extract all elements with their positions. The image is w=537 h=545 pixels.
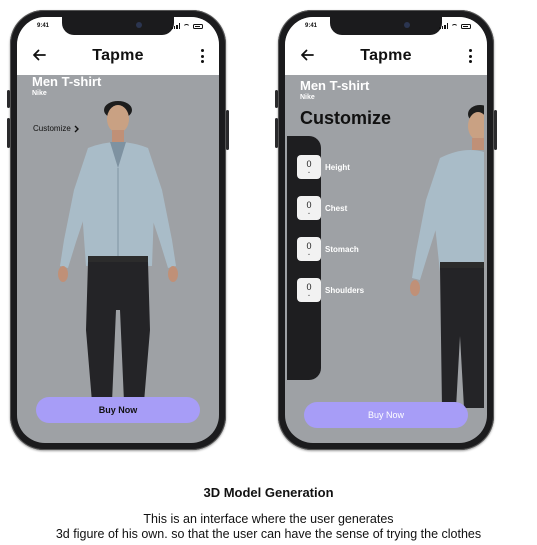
buy-now-button[interactable]: Buy Now bbox=[36, 397, 200, 423]
customize-link[interactable]: Customize bbox=[33, 124, 80, 133]
signal-icon bbox=[439, 23, 448, 29]
notch bbox=[330, 17, 442, 35]
stomach-stepper[interactable]: 0 ⌄ bbox=[297, 237, 321, 261]
shoulders-stepper[interactable]: 0 ⌄ bbox=[297, 278, 321, 302]
measurement-shoulders: 0 ⌄ Shoulders bbox=[297, 278, 364, 302]
measurement-chest: 0 ⌄ Chest bbox=[297, 196, 347, 220]
app-title: Tapme bbox=[92, 47, 144, 64]
product-brand: Nike bbox=[300, 94, 315, 101]
notch bbox=[62, 17, 174, 35]
back-arrow-icon[interactable] bbox=[299, 47, 315, 63]
measurement-stomach: 0 ⌄ Stomach bbox=[297, 237, 359, 261]
wifi-icon bbox=[183, 23, 190, 29]
status-time: 9:41 bbox=[305, 23, 318, 29]
measurement-label: Shoulders bbox=[325, 285, 365, 295]
customize-heading: Customize bbox=[300, 108, 392, 128]
caption-line-1: This is an interface where the user gene… bbox=[143, 512, 394, 526]
measurement-label: Stomach bbox=[325, 244, 359, 254]
more-vert-icon[interactable] bbox=[465, 47, 475, 65]
signal-icon bbox=[171, 23, 180, 29]
chevron-down-icon: ⌄ bbox=[306, 168, 312, 175]
customize-link-label: Customize bbox=[33, 124, 71, 133]
buy-now-button[interactable]: Buy Now bbox=[304, 402, 468, 428]
status-time: 9:41 bbox=[37, 23, 50, 29]
chevron-down-icon: ⌄ bbox=[306, 250, 312, 257]
chest-stepper[interactable]: 0 ⌄ bbox=[297, 196, 321, 220]
product-title: Men T-shirt bbox=[300, 78, 370, 93]
caption-line-2: 3d figure of his own. so that the user c… bbox=[55, 527, 482, 541]
chevron-down-icon: ⌄ bbox=[306, 291, 312, 298]
more-vert-icon[interactable] bbox=[197, 47, 207, 65]
top-bar: 9:41 Tapme bbox=[285, 17, 487, 75]
measurement-label: Chest bbox=[325, 203, 348, 213]
height-stepper[interactable]: 0 ⌄ bbox=[297, 155, 321, 179]
chevron-down-icon: ⌄ bbox=[306, 209, 312, 216]
app-bar: Tapme bbox=[285, 41, 487, 71]
top-bar: 9:41 Tapme bbox=[17, 17, 219, 75]
chevron-right-icon bbox=[74, 125, 79, 132]
app-bar: Tapme bbox=[17, 41, 219, 71]
measurement-height: 0 ⌄ Height bbox=[297, 155, 350, 179]
battery-icon bbox=[461, 23, 471, 29]
product-brand: Nike bbox=[32, 90, 47, 97]
3d-person-model[interactable] bbox=[404, 96, 484, 436]
app-title: Tapme bbox=[360, 47, 412, 64]
battery-icon bbox=[193, 23, 203, 29]
back-arrow-icon[interactable] bbox=[31, 47, 47, 63]
3d-person-model[interactable] bbox=[40, 90, 196, 430]
caption-title: 3D Model Generation bbox=[203, 485, 334, 500]
measurement-label: Height bbox=[325, 162, 350, 172]
product-title: Men T-shirt bbox=[32, 74, 102, 89]
wifi-icon bbox=[451, 23, 458, 29]
